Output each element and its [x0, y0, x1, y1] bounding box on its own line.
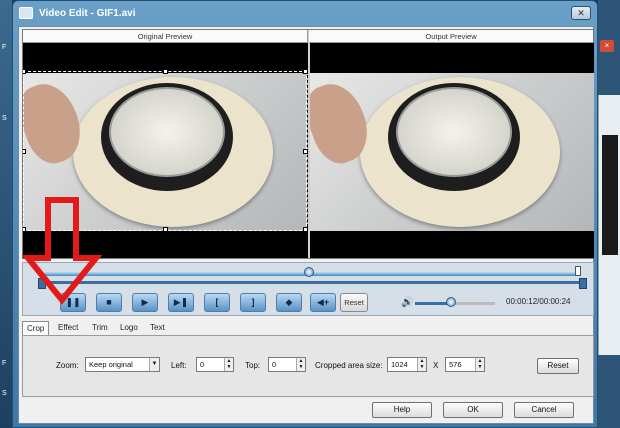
- crop-handle-left[interactable]: [23, 149, 26, 154]
- zoom-select[interactable]: Keep original ▼: [85, 357, 160, 372]
- zoom-label: Zoom:: [56, 361, 79, 370]
- background-right-edge: ×: [598, 0, 620, 428]
- stop-button[interactable]: ■: [96, 293, 122, 312]
- spinner-icon[interactable]: ▲ ▼: [224, 358, 233, 371]
- player-reset-button[interactable]: Reset: [340, 293, 368, 312]
- video-frame: [310, 73, 594, 231]
- tab-logo[interactable]: Logo: [116, 321, 142, 335]
- window-client-area: Original Preview Output Preview ❚❚ ■ ▶ ▶…: [18, 26, 594, 424]
- spinner-icon[interactable]: ▲ ▼: [296, 358, 305, 371]
- tab-effect[interactable]: Effect: [54, 321, 82, 335]
- pause-button[interactable]: ❚❚: [60, 293, 86, 312]
- play-button[interactable]: ▶: [132, 293, 158, 312]
- crop-reset-button[interactable]: Reset: [537, 358, 579, 374]
- top-input[interactable]: 0 ▲ ▼: [268, 357, 306, 372]
- output-preview-video: [310, 43, 594, 258]
- crop-width-input[interactable]: 1024 ▲ ▼: [387, 357, 427, 372]
- background-panel-dark: [602, 135, 618, 255]
- crop-selection-box[interactable]: [23, 69, 308, 232]
- window-title: Video Edit - GIF1.avi: [39, 8, 136, 19]
- background-letter: F: [2, 360, 7, 367]
- tab-trim[interactable]: Trim: [88, 321, 112, 335]
- tab-text[interactable]: Text: [146, 321, 169, 335]
- crop-handle-bottom-right[interactable]: [303, 227, 308, 232]
- trim-start-handle[interactable]: [38, 278, 46, 289]
- progress-end-marker[interactable]: [575, 266, 581, 276]
- zoom-select-value: Keep original: [89, 360, 133, 369]
- trim-track: [41, 281, 587, 284]
- app-icon: [19, 7, 33, 19]
- spinner-icon[interactable]: ▲ ▼: [475, 358, 484, 371]
- next-frame-button[interactable]: ▶❚: [168, 293, 194, 312]
- original-preview-title: Original Preview: [23, 30, 308, 43]
- cancel-button[interactable]: Cancel: [514, 402, 574, 418]
- crop-handle-top-left[interactable]: [23, 69, 26, 74]
- crop-handle-top[interactable]: [163, 69, 168, 74]
- title-bar: Video Edit - GIF1.avi ✕: [13, 1, 597, 27]
- original-preview-video[interactable]: [23, 43, 308, 258]
- add-segment-button[interactable]: ◀+: [310, 293, 336, 312]
- left-input-value: 0: [200, 360, 205, 369]
- edit-tabs: Crop Effect Trim Logo Text: [22, 321, 594, 335]
- snapshot-button[interactable]: ◆: [276, 293, 302, 312]
- playback-controls: ❚❚ ■ ▶ ▶❚ [ ] ◆ ◀+ Reset 🔊 00:00:12/00:0…: [22, 290, 594, 316]
- crop-height-input[interactable]: 576 ▲ ▼: [445, 357, 485, 372]
- crop-width-value: 1024: [391, 360, 408, 369]
- mark-in-button[interactable]: [: [204, 293, 230, 312]
- drum-head: [396, 87, 512, 177]
- crop-handle-top-right[interactable]: [303, 69, 308, 74]
- background-letter: S: [2, 115, 7, 122]
- left-label: Left:: [171, 361, 187, 370]
- video-edit-window: Video Edit - GIF1.avi ✕ Original Preview…: [12, 0, 598, 428]
- top-input-value: 0: [272, 360, 277, 369]
- chevron-down-icon[interactable]: ▼: [149, 358, 159, 371]
- trim-end-handle[interactable]: [579, 278, 587, 289]
- progress-knob[interactable]: [304, 267, 314, 277]
- output-preview-title: Output Preview: [309, 30, 593, 43]
- crop-handle-bottom-left[interactable]: [23, 227, 26, 232]
- preview-area: Original Preview Output Preview: [22, 29, 594, 259]
- help-button[interactable]: Help: [372, 402, 432, 418]
- cropped-size-label: Cropped area size:: [315, 361, 383, 370]
- close-button[interactable]: ✕: [571, 6, 591, 20]
- crop-handle-right[interactable]: [303, 149, 308, 154]
- background-left-edge: F S F S: [0, 0, 12, 428]
- volume-knob[interactable]: [446, 297, 456, 307]
- top-label: Top:: [245, 361, 261, 370]
- dialog-footer: Help OK Cancel: [19, 399, 593, 423]
- background-close-icon: ×: [600, 40, 614, 52]
- time-display: 00:00:12/00:00:24: [506, 297, 571, 306]
- tab-crop[interactable]: Crop: [22, 321, 50, 335]
- crop-panel: Zoom: Keep original ▼ Left: 0 ▲ ▼ Top: 0 …: [22, 335, 594, 397]
- background-letter: F: [2, 44, 7, 51]
- mark-out-button[interactable]: ]: [240, 293, 266, 312]
- ok-button[interactable]: OK: [443, 402, 503, 418]
- volume-icon[interactable]: 🔊: [401, 297, 413, 308]
- background-letter: S: [2, 390, 7, 397]
- crop-handle-bottom[interactable]: [163, 227, 168, 232]
- left-input[interactable]: 0 ▲ ▼: [196, 357, 234, 372]
- progress-area: [22, 262, 594, 292]
- crop-height-value: 576: [449, 360, 462, 369]
- spinner-icon[interactable]: ▲ ▼: [417, 358, 426, 371]
- size-separator-label: X: [433, 361, 439, 370]
